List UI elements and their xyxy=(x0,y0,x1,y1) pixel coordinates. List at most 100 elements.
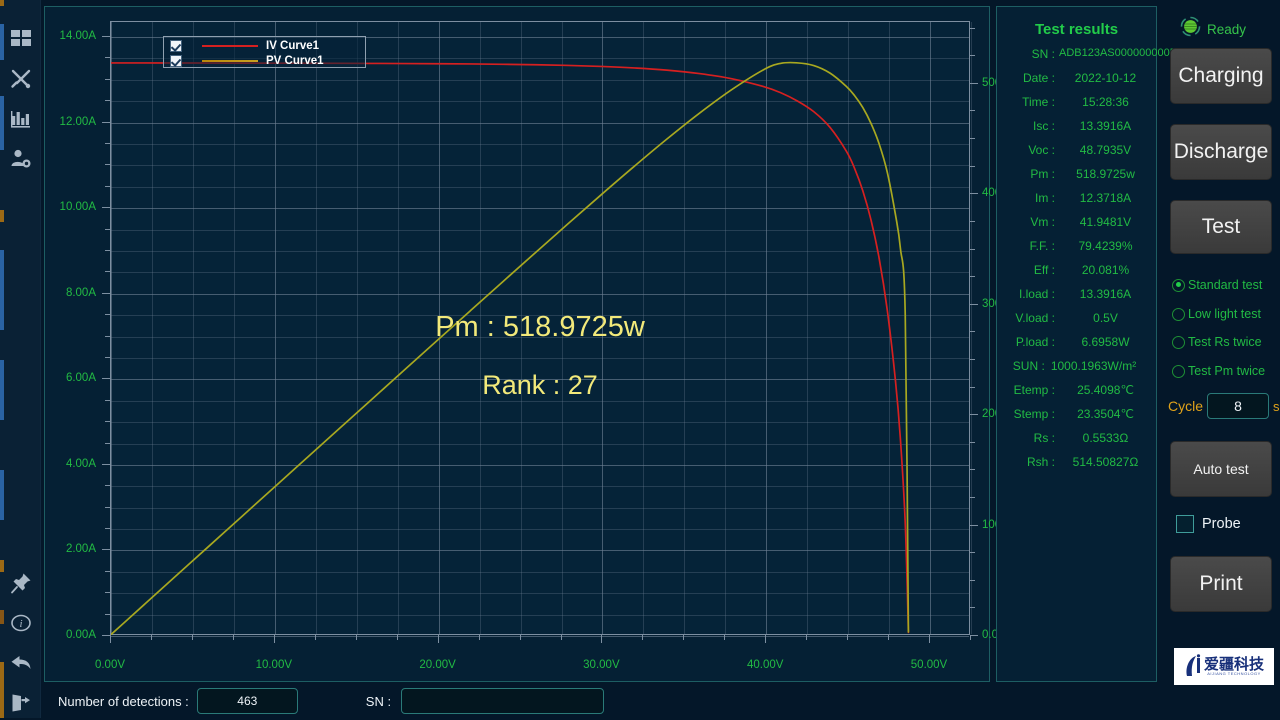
discharge-button[interactable]: Discharge xyxy=(1170,124,1272,180)
sidebar-item-user-settings[interactable] xyxy=(5,142,37,176)
probe-checkbox-row[interactable]: Probe xyxy=(1176,515,1241,533)
result-value: 6.6958W xyxy=(1081,335,1130,349)
y2-tick xyxy=(970,524,978,526)
result-value: 2022-10-12 xyxy=(1074,71,1137,85)
radio-icon[interactable] xyxy=(1172,278,1185,292)
y2-tick xyxy=(970,386,975,388)
result-value: 0.5V xyxy=(1093,311,1118,325)
result-key: V.load : xyxy=(1015,311,1055,325)
result-key: Vm : xyxy=(1030,215,1055,229)
radio-mode-2[interactable]: Test Rs twice xyxy=(1172,335,1262,349)
radio-icon[interactable] xyxy=(1172,307,1185,321)
auto-test-button[interactable]: Auto test xyxy=(1170,441,1272,497)
legend-swatch-iv xyxy=(202,44,258,47)
sidebar-item-dashboard[interactable] xyxy=(5,22,37,56)
y-tick xyxy=(105,185,110,187)
y-tick xyxy=(102,292,110,294)
iv-pv-plot[interactable]: Pm : 518.9725w Rank : 27 IV Curve1 PV Cu… xyxy=(110,21,972,637)
radio-label: Test Rs twice xyxy=(1188,335,1262,349)
result-value: 79.4239% xyxy=(1078,239,1133,253)
radio-label: Standard test xyxy=(1188,278,1263,292)
result-row: Rsh : 514.50827Ω xyxy=(997,455,1156,470)
result-key: Etemp : xyxy=(1013,383,1055,397)
user-settings-icon xyxy=(10,148,32,170)
sidebar-item-pin[interactable] xyxy=(5,566,37,600)
sidebar-item-info[interactable]: i xyxy=(5,606,37,640)
result-row: Stemp : 23.3504℃ xyxy=(997,407,1156,422)
y-tick xyxy=(105,613,110,615)
y2-tick xyxy=(970,138,975,140)
chart-panel: Pm : 518.9725w Rank : 27 IV Curve1 PV Cu… xyxy=(44,6,1028,682)
probe-checkbox[interactable] xyxy=(1176,515,1194,533)
cycle-unit-label: s xyxy=(1273,398,1280,414)
detections-input[interactable] xyxy=(196,688,298,714)
results-title: Test results xyxy=(1034,21,1119,38)
cycle-input[interactable] xyxy=(1207,393,1270,419)
result-key: Im : xyxy=(1035,191,1055,205)
y-tick-label: 2.00A xyxy=(65,543,96,556)
result-value: 13.3916A xyxy=(1079,119,1132,133)
x-tick xyxy=(888,635,890,640)
left-sidebar: i xyxy=(0,0,41,718)
test-button[interactable]: Test xyxy=(1170,200,1272,254)
company-logo: 爱疆科技 AIJIANG TECHNOLOGY xyxy=(1174,648,1274,685)
y2-tick xyxy=(970,469,975,471)
sidebar-item-tools[interactable] xyxy=(5,62,37,96)
chart-legend[interactable]: IV Curve1 PV Curve1 xyxy=(163,36,366,68)
y2-tick xyxy=(970,552,975,554)
sidebar-item-back[interactable] xyxy=(5,646,37,680)
sidebar-item-statistics[interactable] xyxy=(5,102,37,136)
y2-tick xyxy=(970,110,975,112)
y2-tick xyxy=(970,441,975,443)
x-tick xyxy=(970,635,971,640)
sidebar-item-exit[interactable] xyxy=(5,686,37,720)
y2-tick xyxy=(970,165,975,167)
series-pv xyxy=(111,61,910,635)
result-key: Rsh : xyxy=(1026,455,1055,469)
y-tick xyxy=(102,549,110,551)
probe-label: Probe xyxy=(1202,516,1241,532)
result-row: F.F. : 79.4239% xyxy=(997,239,1156,254)
x-tick xyxy=(806,635,808,640)
y-tick-label: 6.00A xyxy=(65,372,96,385)
annotation-rank: Rank : 27 xyxy=(482,370,598,400)
radio-icon[interactable] xyxy=(1172,335,1185,349)
result-key: F.F. : xyxy=(1029,239,1055,253)
legend-checkbox-iv[interactable] xyxy=(170,39,182,52)
x-tick xyxy=(437,635,439,643)
result-row: Vm : 41.9481V xyxy=(997,215,1156,230)
logo-mark-icon xyxy=(1186,653,1201,676)
result-key: Rs : xyxy=(1033,431,1055,445)
result-row: Isc : 13.3916A xyxy=(997,119,1156,134)
y-tick xyxy=(105,100,110,102)
radio-icon[interactable] xyxy=(1172,364,1185,378)
y2-tick xyxy=(970,27,975,29)
y2-tick xyxy=(970,303,978,305)
radio-mode-3[interactable]: Test Pm twice xyxy=(1172,364,1265,378)
x-tick xyxy=(929,635,930,643)
result-value: 514.50827Ω xyxy=(1072,455,1139,469)
y-tick xyxy=(105,314,110,316)
legend-checkbox-pv[interactable] xyxy=(170,54,182,67)
result-key: Eff : xyxy=(1033,263,1055,277)
result-row: Rs : 0.5533Ω xyxy=(997,431,1156,446)
sn-input[interactable] xyxy=(401,688,605,714)
x-tick xyxy=(355,635,357,640)
y2-tick xyxy=(970,635,978,636)
radio-mode-1[interactable]: Low light test xyxy=(1172,307,1261,321)
x-tick xyxy=(151,635,152,640)
result-key: Stemp : xyxy=(1013,407,1055,421)
x-tick xyxy=(560,635,562,640)
charging-button[interactable]: Charging xyxy=(1170,48,1272,104)
legend-item-pv[interactable]: PV Curve1 xyxy=(164,53,365,68)
detections-label: Number of detections : xyxy=(58,693,189,709)
result-key: SN : xyxy=(1031,47,1055,61)
x-tick xyxy=(110,635,111,643)
legend-item-iv[interactable]: IV Curve1 xyxy=(164,38,365,53)
annotation-pm: Pm : 518.9725w xyxy=(435,311,645,343)
result-value: 25.4098℃ xyxy=(1077,383,1134,397)
result-key: Voc : xyxy=(1028,143,1055,157)
print-button[interactable]: Print xyxy=(1170,556,1272,612)
gridline xyxy=(111,636,969,637)
radio-mode-0[interactable]: Standard test xyxy=(1172,278,1262,292)
